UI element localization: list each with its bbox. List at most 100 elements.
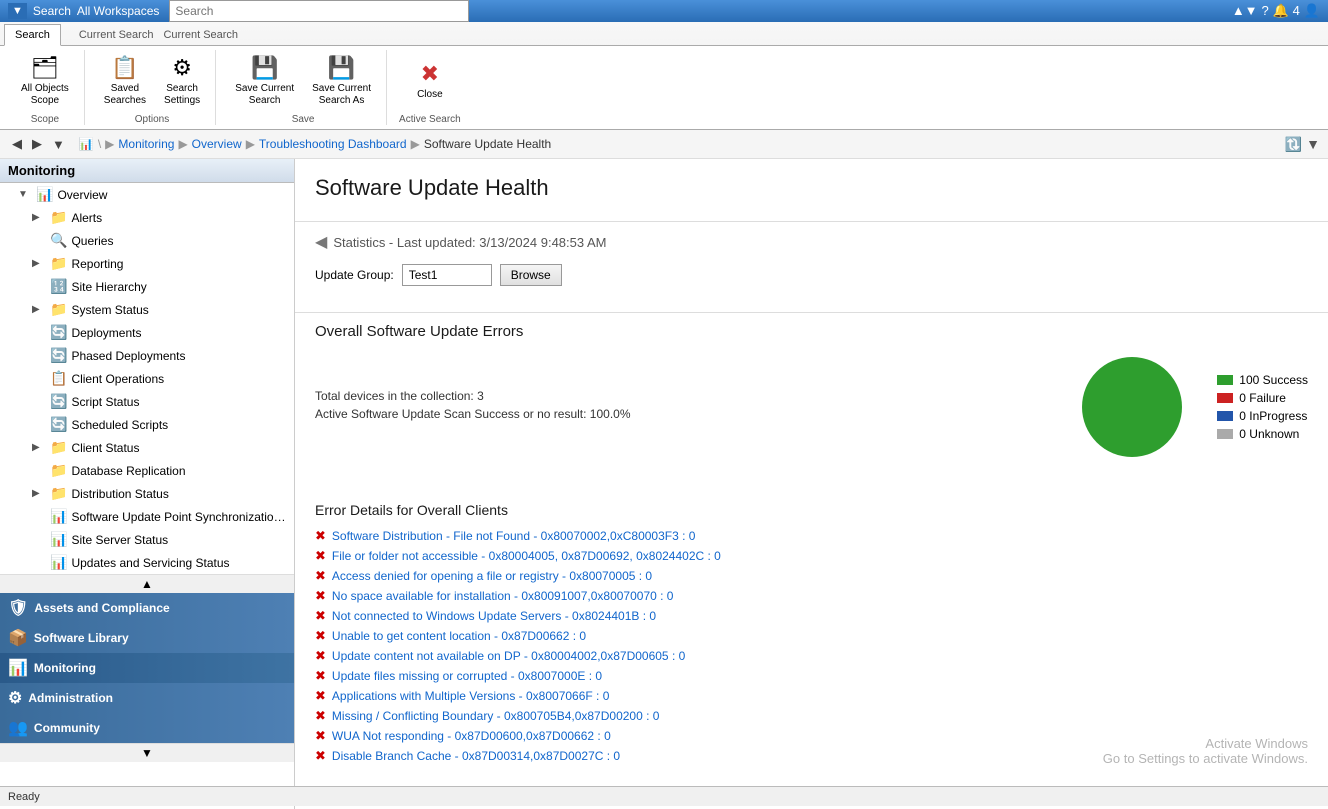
statistics-header: ◀ Statistics - Last updated: 3/13/2024 9… xyxy=(315,232,1308,252)
error-link[interactable]: Disable Branch Cache - 0x87D00314,0x87D0… xyxy=(332,749,620,763)
assets-icon: 🛡 xyxy=(8,598,28,618)
error-list-item: ✖ File or folder not accessible - 0x8000… xyxy=(315,546,1308,566)
system-status-expand: ▶ xyxy=(32,304,46,315)
search-settings-button[interactable]: ⚙ SearchSettings xyxy=(157,50,207,112)
error-link[interactable]: Missing / Conflicting Boundary - 0x80070… xyxy=(332,709,660,723)
sidebar-section-software-library[interactable]: 📦 Software Library xyxy=(0,623,294,653)
sidebar-item-script-status[interactable]: 🔄 Script Status xyxy=(0,390,294,413)
error-icon: ✖ xyxy=(315,668,326,684)
help-icon[interactable]: ? xyxy=(1262,3,1269,19)
error-link[interactable]: Update files missing or corrupted - 0x80… xyxy=(332,669,602,683)
sidebar-item-distribution-status[interactable]: ▶ 📁 Distribution Status xyxy=(0,482,294,505)
legend-success-label: 100 Success xyxy=(1239,373,1308,387)
sidebar-section-administration[interactable]: ⚙ Administration xyxy=(0,683,294,713)
ribbon-group-options: 📋 SavedSearches ⚙ SearchSettings Options xyxy=(89,50,216,125)
notification-icon[interactable]: 🔔 4 xyxy=(1273,3,1300,19)
status-text: Ready xyxy=(8,791,40,803)
browse-button[interactable]: Browse xyxy=(500,264,562,286)
sidebar-item-deployments[interactable]: 🔄 Deployments xyxy=(0,321,294,344)
error-link[interactable]: Update content not available on DP - 0x8… xyxy=(332,649,685,663)
sidebar-item-sup-sync[interactable]: 📊 Software Update Point Synchronization … xyxy=(0,505,294,528)
stats-text: Total devices in the collection: 3 Activ… xyxy=(315,389,1047,425)
sidebar-item-alerts[interactable]: ▶ 📁 Alerts xyxy=(0,206,294,229)
save-current-search-button[interactable]: 💾 Save CurrentSearch xyxy=(228,50,301,112)
sidebar-section-monitoring[interactable]: 📊 Monitoring xyxy=(0,653,294,683)
error-link[interactable]: No space available for installation - 0x… xyxy=(332,589,674,603)
search-settings-icon: ⚙ xyxy=(172,55,192,81)
saved-searches-button[interactable]: 📋 SavedSearches xyxy=(97,50,153,112)
error-link[interactable]: Applications with Multiple Versions - 0x… xyxy=(332,689,609,703)
options-group-label: Options xyxy=(135,112,169,125)
script-status-icon: 🔄 xyxy=(50,393,67,410)
software-library-icon: 📦 xyxy=(8,628,28,648)
error-icon: ✖ xyxy=(315,568,326,584)
sidebar-item-phased-deployments[interactable]: 🔄 Phased Deployments xyxy=(0,344,294,367)
sidebar-item-system-status[interactable]: ▶ 📁 System Status xyxy=(0,298,294,321)
client-status-expand: ▶ xyxy=(32,442,46,453)
sidebar-item-overview[interactable]: ▼ 📊 Overview xyxy=(0,183,294,206)
sidebar-item-reporting[interactable]: ▶ 📁 Reporting xyxy=(0,252,294,275)
error-link[interactable]: Unable to get content location - 0x87D00… xyxy=(332,629,586,643)
forward-button[interactable]: ▶ xyxy=(28,134,46,154)
error-details-title: Error Details for Overall Clients xyxy=(315,502,1308,518)
dist-status-label: Distribution Status xyxy=(71,487,290,501)
back-button[interactable]: ◀ xyxy=(8,134,26,154)
stats-collapse-icon[interactable]: ◀ xyxy=(315,232,327,252)
user-icon[interactable]: 👤 xyxy=(1304,3,1320,19)
save-buttons: 💾 Save CurrentSearch 💾 Save CurrentSearc… xyxy=(228,50,378,112)
error-details-section: Error Details for Overall Clients ✖ Soft… xyxy=(295,502,1328,786)
sidebar-section-assets[interactable]: 🛡 Assets and Compliance xyxy=(0,593,294,623)
monitoring-icon: 📊 xyxy=(8,658,28,678)
nav-arrows-icon[interactable]: ▲▼ xyxy=(1232,3,1258,19)
breadcrumb-home[interactable]: 📊 xyxy=(79,137,94,151)
legend-unknown: 0 Unknown xyxy=(1217,427,1308,441)
save-current-search-as-label: Save CurrentSearch As xyxy=(312,83,371,107)
sidebar-section-community[interactable]: 👥 Community xyxy=(0,713,294,743)
main-layout: Monitoring ▼ 📊 Overview ▶ 📁 Alerts 🔍 Que… xyxy=(0,159,1328,809)
active-search-group-label: Active Search xyxy=(399,112,461,125)
options-buttons: 📋 SavedSearches ⚙ SearchSettings xyxy=(97,50,207,112)
dropdown-button[interactable]: ▼ xyxy=(48,134,69,154)
all-objects-button[interactable]: 🗂 All ObjectsScope xyxy=(14,50,76,112)
sidebar-item-client-operations[interactable]: 📋 Client Operations xyxy=(0,367,294,390)
error-link[interactable]: Not connected to Windows Update Servers … xyxy=(332,609,656,623)
sidebar-scroll-down[interactable]: ▼ xyxy=(0,743,294,762)
error-link[interactable]: Access denied for opening a file or regi… xyxy=(332,569,652,583)
overall-section: Overall Software Update Errors Total dev… xyxy=(295,313,1328,502)
site-server-icon: 📊 xyxy=(50,531,67,548)
refresh-button[interactable]: 🔃 xyxy=(1285,136,1302,153)
app-menu-button[interactable]: ▼ xyxy=(8,3,27,19)
sidebar-header: Monitoring xyxy=(0,159,294,183)
scope-buttons: 🗂 All ObjectsScope xyxy=(14,50,76,112)
script-status-label: Script Status xyxy=(71,395,290,409)
save-current-search-as-button[interactable]: 💾 Save CurrentSearch As xyxy=(305,50,378,112)
overview-icon: 📊 xyxy=(36,186,53,203)
breadcrumb-troubleshooting[interactable]: Troubleshooting Dashboard xyxy=(259,137,407,151)
error-list-item: ✖ Unable to get content location - 0x87D… xyxy=(315,626,1308,646)
client-status-label: Client Status xyxy=(71,441,290,455)
title-bar: ▼ Search All Workspaces ▲▼ ? 🔔 4 👤 xyxy=(0,0,1328,22)
sidebar-item-site-server-status[interactable]: 📊 Site Server Status xyxy=(0,528,294,551)
sidebar-item-scheduled-scripts[interactable]: 🔄 Scheduled Scripts xyxy=(0,413,294,436)
update-group-input[interactable] xyxy=(402,264,492,286)
sidebar-item-database-replication[interactable]: 📁 Database Replication xyxy=(0,459,294,482)
sep1: \ xyxy=(98,137,101,151)
sup-sync-icon: 📊 xyxy=(50,508,67,525)
title-search-input[interactable] xyxy=(169,0,469,22)
phased-label: Phased Deployments xyxy=(71,349,290,363)
breadcrumb-monitoring[interactable]: Monitoring xyxy=(118,137,174,151)
error-link[interactable]: Software Distribution - File not Found -… xyxy=(332,529,696,543)
error-link[interactable]: File or folder not accessible - 0x800040… xyxy=(332,549,721,563)
tab-search[interactable]: Search xyxy=(4,24,61,46)
legend-success: 100 Success xyxy=(1217,373,1308,387)
breadcrumb-overview[interactable]: Overview xyxy=(192,137,242,151)
error-link[interactable]: WUA Not responding - 0x87D00600,0x87D006… xyxy=(332,729,611,743)
sidebar-item-queries[interactable]: 🔍 Queries xyxy=(0,229,294,252)
breadcrumb-dropdown-button[interactable]: ▼ xyxy=(1306,136,1320,153)
close-button[interactable]: ✖ Close xyxy=(408,56,452,106)
sidebar-item-client-status[interactable]: ▶ 📁 Client Status xyxy=(0,436,294,459)
sidebar-item-updates-servicing[interactable]: 📊 Updates and Servicing Status xyxy=(0,551,294,574)
sidebar-item-site-hierarchy[interactable]: 🔢 Site Hierarchy xyxy=(0,275,294,298)
sidebar-scroll-up[interactable]: ▲ xyxy=(0,574,294,593)
legend-unknown-color xyxy=(1217,429,1233,439)
